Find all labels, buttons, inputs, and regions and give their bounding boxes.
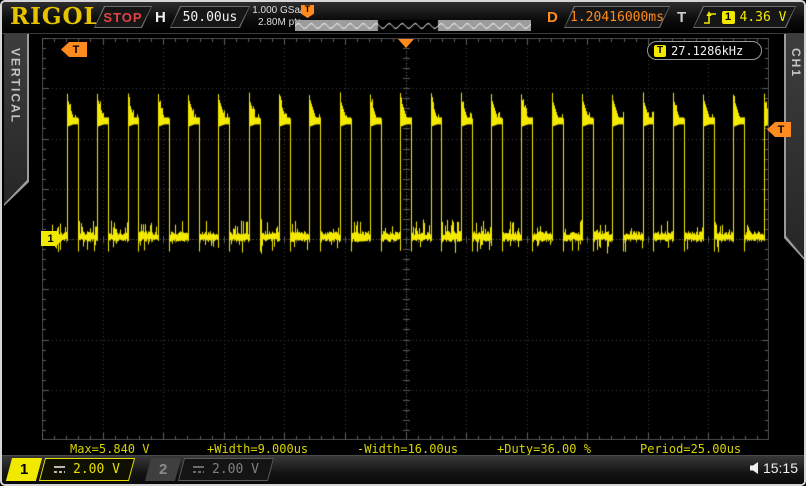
freq-counter-value: 27.1286kHz [671,44,743,58]
preview-canvas [295,20,531,31]
system-clock: 15:15 [750,460,798,476]
delay-value: 1.20416000ms [570,10,664,25]
waveform-preview-strip[interactable] [295,18,531,29]
sample-rate: 1.000 GSa/s [252,5,308,17]
trigger-position-marker-icon[interactable] [398,39,414,48]
rigol-logo: RIGOL [10,3,101,30]
trigger-source-badge: 1 [722,11,735,24]
ch1-tab-label: CH1 [789,34,803,260]
freq-counter-trigger-badge: T [654,45,666,57]
trigger-label: T [677,9,686,26]
trigger-level-marker[interactable]: T [767,122,791,137]
oscilloscope-screen: RIGOL STOP H 50.00us 1.000 GSa/s 2.80M p… [0,0,806,486]
timebase-badge[interactable]: 50.00us [170,6,250,28]
timebase-value: 50.00us [183,10,238,25]
top-status-bar: RIGOL STOP H 50.00us 1.000 GSa/s 2.80M p… [2,2,804,34]
measurement-nwidth: -Width=16.00us [357,442,458,456]
menu-tab-ch1[interactable]: CH1 [784,34,806,262]
waveform-display [42,38,769,440]
dc-coupling-icon [193,466,204,473]
channel2-status[interactable]: 2 2.00 V [148,458,271,481]
delay-label: D [547,9,558,26]
channel1-status[interactable]: 1 2.00 V [9,458,132,481]
channel1-scale: 2.00 V [73,462,120,477]
horizontal-label: H [155,9,166,26]
channel2-number: 2 [159,461,167,478]
measurement-pwidth: +Width=9.000us [207,442,308,456]
run-status-badge[interactable]: STOP [94,6,152,28]
run-status-label: STOP [103,10,142,25]
measurement-max: Max=5.840 V [70,442,149,456]
vertical-tab-label: VERTICAL [9,34,23,204]
rising-edge-slope-icon [703,10,717,25]
clock-value: 15:15 [763,460,798,476]
measurement-period: Period=25.00us [640,442,741,456]
channel1-number: 1 [20,461,28,478]
dc-coupling-icon [54,466,65,473]
measurement-duty: +Duty=36.00 % [497,442,591,456]
trigger-badge[interactable]: 1 4.36 V [693,6,796,28]
menu-tab-vertical[interactable]: VERTICAL [4,34,29,206]
delay-badge[interactable]: 1.20416000ms [564,6,670,28]
channel-status-bar: 1 2.00 V 2 2.00 V 15:15 [2,455,804,484]
speaker-icon [750,462,761,474]
channel2-scale: 2.00 V [212,462,259,477]
frequency-counter: T 27.1286kHz [647,41,762,60]
trigger-level-value: 4.36 V [740,10,787,25]
